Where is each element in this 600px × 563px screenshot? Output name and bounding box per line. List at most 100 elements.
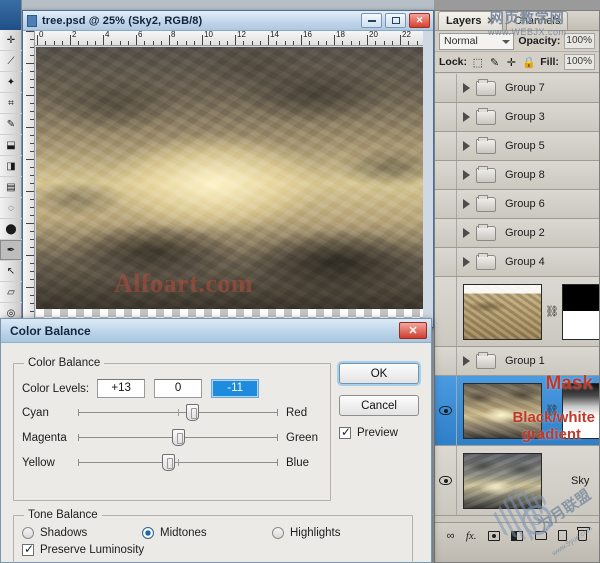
chevron-right-icon[interactable]: [463, 83, 470, 93]
slider-row-yellow[interactable]: YellowBlue: [22, 450, 322, 475]
layer-row[interactable]: Group 8: [435, 161, 599, 190]
slider-row-cyan[interactable]: CyanRed: [22, 400, 322, 425]
slider-track[interactable]: [78, 404, 278, 422]
slider-knob[interactable]: [186, 404, 199, 421]
adjustment-layer-icon[interactable]: [511, 531, 523, 541]
chevron-right-icon[interactable]: [463, 257, 470, 267]
add-layer-mask-icon[interactable]: [488, 531, 500, 541]
layer-row[interactable]: Sky: [435, 446, 599, 516]
new-layer-icon[interactable]: [558, 530, 567, 541]
layer-row[interactable]: Group 1: [435, 347, 599, 376]
layer-visibility-toggle[interactable]: [435, 277, 457, 346]
dodge-tool[interactable]: ⬤: [0, 219, 22, 240]
layer-mask-thumbnail[interactable]: [562, 284, 599, 340]
slider-knob[interactable]: [162, 454, 175, 471]
color-balance-dialog[interactable]: Color Balance ✕ Color Balance Color Leve…: [0, 318, 432, 563]
layer-visibility-toggle[interactable]: [435, 347, 457, 375]
move-tool[interactable]: ✛: [0, 30, 22, 51]
path-tool[interactable]: ↖: [0, 261, 22, 282]
preserve-luminosity-checkbox[interactable]: [22, 544, 34, 556]
lock-transparent-pixels-icon[interactable]: ⬚: [472, 56, 484, 69]
chevron-right-icon[interactable]: [463, 112, 470, 122]
layer-visibility-toggle[interactable]: [435, 103, 457, 131]
layer-row[interactable]: Group 5: [435, 132, 599, 161]
radio-indicator[interactable]: [142, 527, 154, 539]
chevron-right-icon[interactable]: [463, 199, 470, 209]
canvas-area[interactable]: Alfoart.com: [36, 47, 423, 327]
slider-knob[interactable]: [172, 429, 185, 446]
layer-row[interactable]: Group 4: [435, 248, 599, 277]
maximize-button[interactable]: [385, 13, 406, 28]
shape-tool[interactable]: ▱: [0, 282, 22, 303]
link-mask-icon[interactable]: [547, 472, 557, 490]
color-level-red-input[interactable]: +13: [97, 379, 145, 398]
blend-mode-select[interactable]: Normal: [439, 33, 514, 50]
lock-bar[interactable]: Lock: ⬚ ✎ ✛ 🔒 Fill: 100%: [435, 52, 599, 73]
magic-wand-tool[interactable]: ✦: [0, 72, 22, 93]
layer-row[interactable]: Group 3: [435, 103, 599, 132]
layer-row[interactable]: Group 2: [435, 219, 599, 248]
panel-tab-channels[interactable]: Channels: [506, 11, 568, 30]
color-level-green-input[interactable]: 0: [154, 379, 202, 398]
preview-row[interactable]: Preview: [339, 427, 419, 439]
layer-thumbnail[interactable]: [463, 453, 542, 509]
minimize-button[interactable]: [361, 13, 382, 28]
radio-indicator[interactable]: [272, 527, 284, 539]
dialog-button-column[interactable]: OK Cancel Preview: [339, 363, 419, 439]
layer-visibility-toggle[interactable]: [435, 446, 457, 515]
tone-radio-shadows[interactable]: Shadows: [22, 527, 142, 539]
ok-button[interactable]: OK: [339, 363, 419, 384]
layer-visibility-toggle[interactable]: [435, 74, 457, 102]
dialog-titlebar[interactable]: Color Balance ✕: [1, 319, 431, 343]
preserve-luminosity-row[interactable]: Preserve Luminosity: [22, 544, 404, 556]
stamp-tool[interactable]: ⬓: [0, 135, 22, 156]
layer-visibility-toggle[interactable]: [435, 190, 457, 218]
eraser-tool[interactable]: ◨: [0, 156, 22, 177]
chevron-right-icon[interactable]: [463, 170, 470, 180]
preview-checkbox[interactable]: [339, 427, 351, 439]
pen-tool[interactable]: ✒: [0, 240, 22, 261]
lock-all-icon[interactable]: 🔒: [522, 56, 535, 69]
layer-visibility-toggle[interactable]: [435, 219, 457, 247]
slider-track[interactable]: [78, 454, 278, 472]
link-mask-icon[interactable]: ⛓: [547, 303, 557, 321]
brush-tool[interactable]: ✎: [0, 114, 22, 135]
color-level-blue-input[interactable]: -11: [211, 379, 259, 398]
opacity-input[interactable]: 100%: [564, 33, 595, 49]
layer-row[interactable]: ⛓: [435, 376, 599, 446]
layer-mask-thumbnail[interactable]: [562, 383, 599, 439]
layer-style-fx-icon[interactable]: fx.: [466, 530, 477, 542]
layer-row[interactable]: ⛓: [435, 277, 599, 347]
cancel-button[interactable]: Cancel: [339, 395, 419, 416]
chevron-right-icon[interactable]: [463, 228, 470, 238]
tone-radio-midtones[interactable]: Midtones: [142, 527, 272, 539]
chevron-right-icon[interactable]: [463, 141, 470, 151]
slider-track[interactable]: [78, 429, 278, 447]
gradient-tool[interactable]: ▤: [0, 177, 22, 198]
chevron-right-icon[interactable]: [463, 356, 470, 366]
link-layers-icon[interactable]: ∞: [447, 530, 455, 542]
delete-layer-icon[interactable]: [578, 530, 587, 541]
panel-tab-layers[interactable]: Layers✕: [438, 11, 503, 30]
slider-row-magenta[interactable]: MagentaGreen: [22, 425, 322, 450]
layers-panel-footer[interactable]: ∞ fx.: [435, 522, 599, 562]
layers-panel[interactable]: Layers✕Channels Normal Opacity: 100% Loc…: [434, 10, 600, 563]
radio-indicator[interactable]: [22, 527, 34, 539]
lock-position-icon[interactable]: ✛: [505, 56, 517, 69]
fill-input[interactable]: 100%: [564, 54, 595, 70]
layer-row[interactable]: Group 6: [435, 190, 599, 219]
layer-list[interactable]: Group 7Group 3Group 5Group 8Group 6Group…: [435, 74, 599, 522]
new-group-icon[interactable]: [535, 531, 547, 540]
close-button[interactable]: ✕: [409, 13, 430, 28]
window-controls[interactable]: ✕: [361, 13, 430, 28]
document-window[interactable]: tree.psd @ 25% (Sky2, RGB/8) ✕ 024681012…: [22, 10, 434, 328]
blend-mode-bar[interactable]: Normal Opacity: 100%: [435, 31, 599, 52]
layer-thumbnail[interactable]: [463, 383, 542, 439]
layer-thumbnail[interactable]: [463, 284, 542, 340]
crop-tool[interactable]: ⌗: [0, 93, 22, 114]
document-titlebar[interactable]: tree.psd @ 25% (Sky2, RGB/8) ✕: [23, 11, 433, 31]
lock-image-pixels-icon[interactable]: ✎: [489, 56, 501, 69]
layer-visibility-toggle[interactable]: [435, 248, 457, 276]
dialog-close-button[interactable]: ✕: [399, 322, 427, 339]
layer-visibility-toggle[interactable]: [435, 376, 457, 445]
